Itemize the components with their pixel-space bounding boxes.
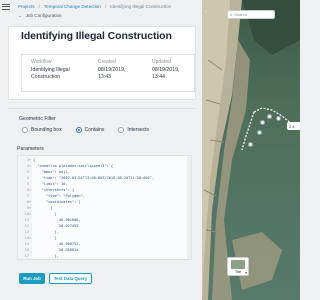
top-bar: Projects / Temporal Change Detection / Ident… bbox=[0, 0, 202, 24]
tile-thumbnail bbox=[231, 260, 245, 269]
radio-label: Contains bbox=[84, 127, 105, 133]
measurement-value: 2.4 bbox=[289, 123, 295, 129]
code-text: 46.901606, bbox=[33, 218, 81, 222]
polygon-vertex[interactable] bbox=[248, 142, 253, 147]
radio-circle[interactable] bbox=[118, 127, 125, 133]
code-text: "bbox": null, bbox=[33, 170, 70, 174]
radio-label: Bounding box bbox=[31, 127, 62, 133]
job-metadata: Workflow Identifying Illegal Constructio… bbox=[21, 54, 195, 92]
measurement-chip: 2.4 bbox=[287, 122, 300, 130]
breadcrumb-separator: / bbox=[38, 4, 40, 9]
code-text: { bbox=[33, 158, 36, 162]
geometric-filter-label: Geometric Filter bbox=[19, 116, 56, 122]
code-text: "coordinates": [ bbox=[33, 200, 81, 204]
updated-label: Updated bbox=[152, 59, 171, 65]
code-text: "intersects": { bbox=[33, 188, 75, 192]
created-time: 13:43 bbox=[98, 74, 111, 80]
menu-icon[interactable] bbox=[2, 2, 10, 12]
code-text: "limit": 10, bbox=[33, 182, 68, 186]
breadcrumb-temporal-change[interactable]: Temporal Change Detection bbox=[44, 4, 101, 9]
workflow-value-line2: Construction bbox=[31, 74, 61, 80]
code-text: ], bbox=[33, 254, 59, 258]
updated-time: 13:44 bbox=[152, 74, 165, 80]
polygon-vertex[interactable] bbox=[257, 130, 262, 135]
tile-layer-button[interactable]: Tile ▾ bbox=[227, 257, 249, 276]
arrow-left-icon: ← bbox=[18, 13, 23, 18]
geometric-filter-options: Bounding box Contains Intersects bbox=[22, 127, 163, 133]
back-link[interactable]: ← Job Configuration bbox=[18, 13, 62, 18]
run-job-button[interactable]: Run Job bbox=[19, 273, 45, 284]
code-text: 26.016814 bbox=[33, 248, 79, 252]
created-date: 08/19/2019, bbox=[98, 67, 126, 73]
workflow-label: Workflow bbox=[31, 59, 52, 65]
line-number: 17 bbox=[24, 254, 29, 258]
parameters-code-editor[interactable]: 1▾{2▾ "oneatlas-pleiades-aoiclipped:1": … bbox=[17, 155, 192, 260]
updated-field: Updated 08/19/2019, 13:44 bbox=[152, 59, 179, 81]
chevron-down-icon: ▾ bbox=[244, 270, 247, 275]
breadcrumb-projects[interactable]: Projects bbox=[18, 4, 35, 9]
workflow-field: Workflow Identifying Illegal Constructio… bbox=[31, 59, 70, 81]
radio-label: Intersects bbox=[127, 127, 150, 133]
page-title: Identifying Illegal Construction bbox=[21, 30, 172, 42]
code-text: "type": "Polygon", bbox=[33, 194, 85, 198]
code-line[interactable]: 17 ], bbox=[18, 253, 188, 259]
radio-intersects[interactable]: Intersects bbox=[118, 127, 149, 133]
code-text: "oneatlas-pleiades-aoiclipped:1": { bbox=[33, 164, 114, 168]
created-label: Created bbox=[98, 59, 116, 65]
polygon-vertex[interactable] bbox=[267, 114, 272, 119]
radio-bounding-box[interactable]: Bounding box bbox=[22, 127, 62, 133]
code-text: [ bbox=[33, 206, 53, 210]
map-panel[interactable]: ‹ ⌕ Search 2.4 Tile ▾ bbox=[202, 0, 300, 300]
breadcrumb-current[interactable]: Identifying Illegal Construction bbox=[110, 4, 171, 9]
updated-date: 08/19/2019, bbox=[152, 67, 180, 73]
polygon-vertex[interactable] bbox=[260, 120, 265, 125]
radio-circle-selected[interactable] bbox=[75, 127, 82, 133]
radio-contains[interactable]: Contains bbox=[75, 127, 105, 133]
code-text: ], bbox=[33, 230, 59, 234]
polygon-vertex[interactable] bbox=[276, 116, 281, 121]
breadcrumb: Projects / Temporal Change Detection / Ident… bbox=[18, 4, 171, 9]
section-divider bbox=[8, 108, 196, 109]
code-text: [ bbox=[33, 212, 57, 216]
created-field: Created 08/19/2019, 13:43 bbox=[98, 59, 125, 81]
code-text: 46.900752, bbox=[33, 242, 81, 246]
code-text: 26.027493 bbox=[33, 224, 79, 228]
code-text: "time": "2007-03-01T13:00:00Z/2018-08-20… bbox=[33, 176, 155, 180]
left-panel: Projects / Temporal Change Detection / Ident… bbox=[0, 0, 202, 300]
breadcrumb-separator: / bbox=[104, 4, 107, 9]
radio-circle[interactable] bbox=[22, 127, 28, 133]
back-link-label: Job Configuration bbox=[25, 13, 62, 18]
code-text: [ bbox=[33, 236, 57, 240]
job-info-card: Identifying Illegal Construction Workflo… bbox=[8, 26, 196, 100]
test-data-query-button[interactable]: Test Data Query bbox=[49, 273, 92, 284]
aoi-polygon-overlay[interactable] bbox=[202, 0, 300, 300]
parameters-label: Parameters bbox=[17, 146, 44, 152]
workflow-value-line1: Identifying Illegal bbox=[31, 67, 70, 73]
